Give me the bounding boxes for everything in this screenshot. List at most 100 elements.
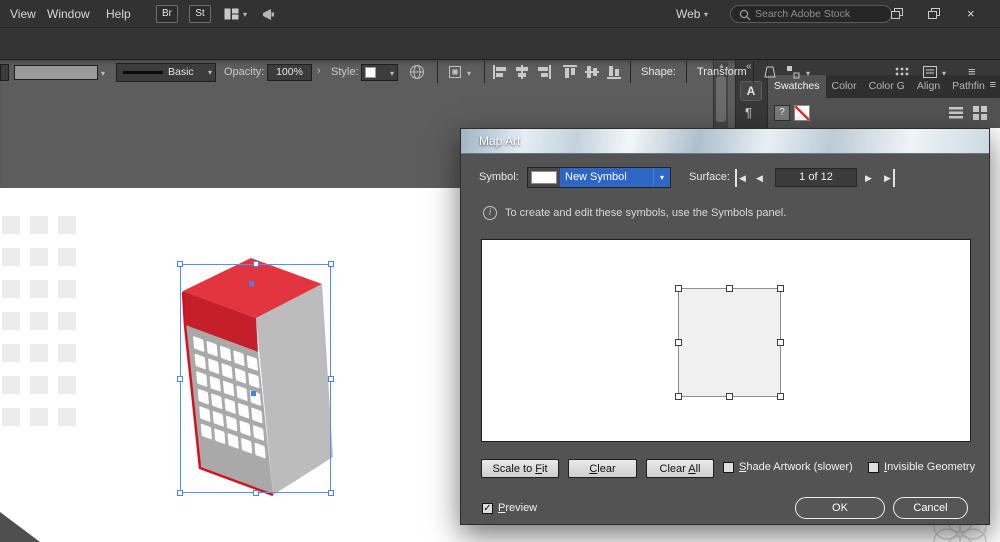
symbol-handle[interactable]: [725, 393, 733, 400]
preview-checkbox[interactable]: ✓ Preview: [482, 502, 537, 514]
panel-view-icon[interactable]: [922, 64, 938, 80]
layout-chevron-icon[interactable]: ▾: [243, 10, 247, 19]
symbol-dropdown[interactable]: New Symbol ▾: [527, 167, 671, 188]
selection-handle[interactable]: [328, 490, 334, 496]
restore-down-icon[interactable]: [928, 8, 941, 20]
anchor-point[interactable]: [249, 281, 254, 286]
close-window-icon[interactable]: ×: [967, 0, 975, 28]
symbol-handle[interactable]: [675, 338, 682, 346]
checkbox-box[interactable]: [723, 461, 734, 473]
opacity-panel-arrow-icon[interactable]: ›: [317, 65, 321, 77]
align-bottom-icon[interactable]: [606, 64, 622, 80]
transform-chevron-icon[interactable]: ▾: [806, 69, 810, 78]
selection-bounding-box[interactable]: [177, 261, 334, 496]
checkbox-box-checked[interactable]: ✓: [482, 502, 493, 514]
paragraph-panel-icon[interactable]: ¶: [745, 105, 752, 120]
menu-help[interactable]: Help: [106, 0, 131, 28]
selection-handle[interactable]: [328, 261, 334, 267]
last-surface-button[interactable]: ▶: [884, 169, 895, 187]
label-part: ll: [695, 462, 701, 475]
workspace-switcher[interactable]: Web: [676, 0, 700, 28]
window-arrange-icon[interactable]: [891, 8, 904, 20]
panel-view-chevron-icon[interactable]: ▾: [942, 69, 946, 78]
clear-all-button[interactable]: Clear All: [646, 459, 714, 478]
menu-view[interactable]: View: [10, 0, 36, 28]
panel-menu-icon[interactable]: ≡: [990, 79, 996, 91]
symbol-handle[interactable]: [725, 285, 733, 292]
free-distort-icon[interactable]: [762, 64, 778, 80]
layout-switcher-icon[interactable]: [224, 8, 239, 20]
stroke-preview-line: [123, 71, 163, 74]
symbol-handle[interactable]: [777, 285, 784, 292]
separator: [753, 61, 754, 83]
opacity-field[interactable]: 100%: [267, 64, 312, 81]
isolate-mode-icon[interactable]: [447, 64, 463, 80]
unknown-swatch[interactable]: ?: [774, 105, 790, 121]
scrollbar-thumb[interactable]: [716, 76, 726, 122]
align-right-icon[interactable]: [536, 64, 552, 80]
label-part: it: [542, 462, 548, 475]
control-bar: ▾ Basic ▾ Opacity: 100% › Style: ▾ ▾ Sha…: [0, 28, 1000, 83]
character-panel-icon[interactable]: A: [740, 81, 762, 101]
shape-link[interactable]: Shape:: [641, 66, 676, 78]
center-anchor-point[interactable]: [251, 391, 256, 396]
variable-width-field[interactable]: [14, 65, 98, 80]
shade-artwork-checkbox[interactable]: Shade Artwork (slower): [723, 461, 853, 473]
align-center-icon[interactable]: [514, 64, 530, 80]
list-view-icon[interactable]: [949, 107, 963, 119]
search-icon: [739, 9, 751, 21]
transform-link[interactable]: Transform: [697, 66, 747, 78]
cancel-button[interactable]: Cancel: [893, 497, 968, 519]
stock-badge[interactable]: St: [189, 5, 211, 23]
transform-options-icon[interactable]: [785, 64, 801, 80]
selection-handle[interactable]: [252, 490, 259, 496]
map-art-preview-area[interactable]: [481, 239, 971, 442]
checkbox-box[interactable]: [868, 461, 879, 473]
bridge-badge[interactable]: Br: [156, 5, 178, 23]
edge-clipped-control[interactable]: [0, 64, 9, 81]
tab-color[interactable]: Color: [826, 75, 863, 98]
search-input[interactable]: [755, 7, 885, 21]
symbol-handle[interactable]: [675, 393, 682, 400]
brush-name: Basic: [168, 66, 194, 78]
thumbnail-view-icon[interactable]: [973, 106, 987, 120]
selection-handle[interactable]: [252, 261, 259, 267]
selection-handle[interactable]: [328, 375, 334, 382]
symbol-handle[interactable]: [777, 338, 784, 346]
checkbox-label: Invisible Geometry: [884, 461, 975, 473]
collapse-panels-icon[interactable]: «: [746, 61, 752, 72]
symbol-handle[interactable]: [675, 285, 682, 292]
selection-handle[interactable]: [177, 490, 183, 496]
control-bar-menu-icon[interactable]: ≡: [968, 64, 976, 79]
style-swatch: [365, 67, 376, 78]
selection-handle[interactable]: [177, 375, 183, 382]
first-surface-button[interactable]: ◀: [735, 169, 746, 187]
symbol-chevron-icon[interactable]: ▾: [653, 168, 670, 187]
next-surface-button[interactable]: ▶: [865, 169, 872, 187]
brush-chevron-icon[interactable]: ▾: [208, 68, 212, 77]
none-swatch[interactable]: [794, 105, 810, 121]
invisible-geometry-checkbox[interactable]: Invisible Geometry: [868, 461, 975, 473]
symbol-handle[interactable]: [777, 393, 784, 400]
align-middle-icon[interactable]: [584, 64, 600, 80]
mapped-symbol-square[interactable]: [675, 285, 784, 400]
brush-definition-dropdown[interactable]: Basic ▾: [116, 63, 216, 82]
align-top-icon[interactable]: [562, 64, 578, 80]
document-setup-globe-icon[interactable]: [409, 64, 425, 80]
search-box[interactable]: [730, 5, 892, 23]
launch-icon[interactable]: [262, 8, 276, 21]
width-profile-chevron-icon[interactable]: ▾: [101, 69, 105, 78]
clear-button[interactable]: Clear: [568, 459, 637, 478]
style-dropdown[interactable]: ▾: [361, 64, 398, 81]
ok-button[interactable]: OK: [795, 497, 885, 519]
menu-window[interactable]: Window: [47, 0, 90, 28]
align-left-icon[interactable]: [492, 64, 508, 80]
dialog-title-bar[interactable]: Map Art: [461, 129, 989, 154]
surface-value-field[interactable]: 1 of 12: [775, 168, 857, 187]
previous-surface-button[interactable]: ◀: [756, 169, 763, 187]
workspace-chevron-icon[interactable]: ▾: [704, 10, 708, 19]
selection-handle[interactable]: [177, 261, 183, 267]
isolate-chevron-icon[interactable]: ▾: [467, 69, 471, 78]
grid-options-icon[interactable]: [894, 64, 910, 80]
scale-to-fit-button[interactable]: Scale to Fit: [481, 459, 559, 478]
